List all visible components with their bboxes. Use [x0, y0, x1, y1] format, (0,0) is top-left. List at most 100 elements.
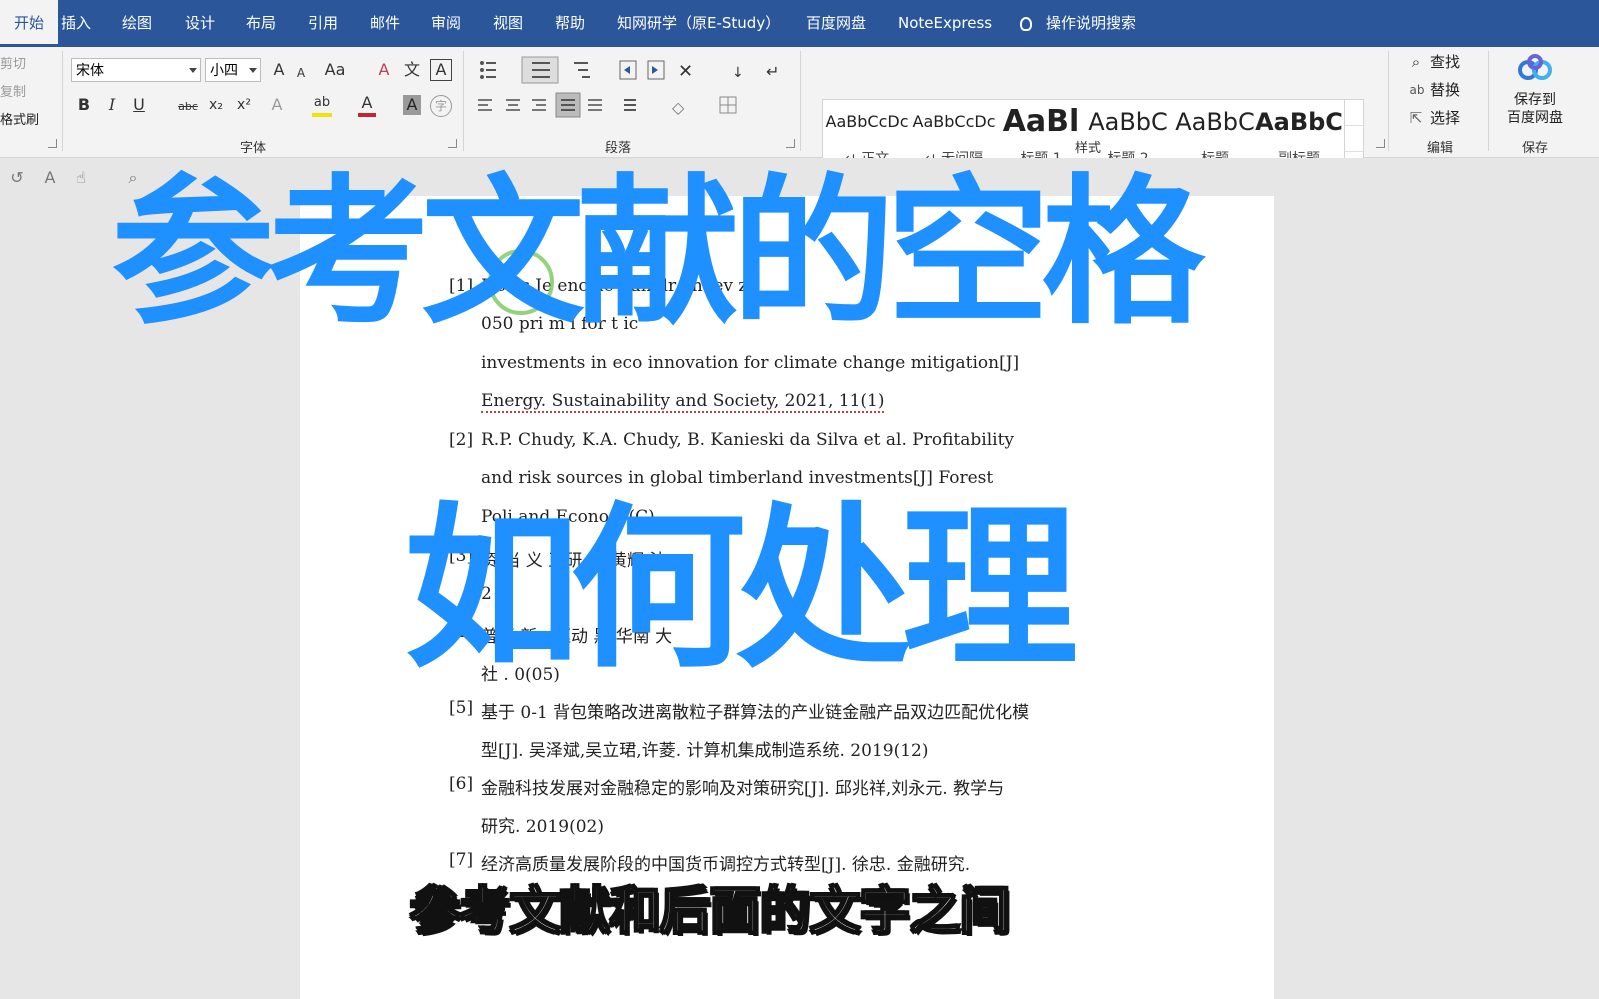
overlay-title-line1: 参考文献的空格: [111, 159, 1204, 346]
style-sample: AaBl: [1002, 104, 1080, 139]
tab-layout[interactable]: 布局: [246, 0, 276, 47]
strikethrough-button[interactable]: abc: [176, 97, 200, 117]
overlay-title-line2: 如何处理: [404, 487, 1078, 692]
style-sample: AaBbCcDc: [825, 112, 909, 131]
read-aloud-icon[interactable]: A: [40, 168, 60, 188]
chinese-layout-icon: ✕: [678, 61, 693, 82]
font-color-icon[interactable]: A: [358, 93, 376, 117]
subscript-button[interactable]: x₂: [206, 95, 226, 115]
increase-indent-icon: [647, 60, 665, 80]
ref-number: [2]: [449, 430, 474, 450]
svg-text:◇: ◇: [672, 98, 685, 117]
group-separator: [62, 51, 63, 151]
copy-button[interactable]: 复制: [0, 81, 26, 100]
save-group-label: 保存: [1522, 141, 1549, 156]
show-marks-icon: ↵: [766, 62, 779, 81]
numbering-icon: [521, 56, 559, 84]
save-line2: 百度网盘: [1507, 110, 1563, 126]
font-name-combo[interactable]: 宋体: [71, 58, 201, 82]
tell-me-search[interactable]: 操作说明搜索: [1020, 0, 1136, 47]
styles-group-label: 样式: [1075, 141, 1102, 156]
tab-view[interactable]: 视图: [493, 0, 523, 47]
replace-icon: ab: [1409, 83, 1425, 97]
group-separator: [1488, 51, 1489, 151]
font-group-label: 字体: [240, 141, 267, 156]
paragraph-toolbar: ✕ ↓ ↵ ◇: [478, 56, 779, 118]
paragraph-launcher-icon[interactable]: [786, 139, 795, 148]
select-button[interactable]: 选择: [1430, 107, 1460, 128]
touch-mode-icon[interactable]: ☝: [72, 168, 90, 188]
save-line1: 保存到: [1514, 92, 1556, 108]
style-sample: AaBbC: [1088, 108, 1168, 136]
shading-icon: ◇: [672, 98, 685, 117]
underline-button[interactable]: U: [131, 95, 147, 115]
save-to-baidu-button[interactable]: 保存到 百度网盘: [1500, 91, 1570, 127]
tab-noteexpress[interactable]: NoteExpress: [898, 0, 992, 47]
ref-line: 金融科技发展对金融稳定的影响及对策研究[J]. 邱兆祥,刘永元. 教学与: [481, 779, 1005, 799]
phonetic-guide-icon[interactable]: 文: [402, 60, 422, 80]
tab-home[interactable]: 开始: [0, 0, 59, 47]
clear-formatting-icon[interactable]: A: [374, 60, 394, 80]
ref-line: 基于 0-1 背包策略改进离散粒子群算法的产业链金融产品双边匹配优化模: [481, 703, 1030, 723]
change-case-icon[interactable]: Aa: [322, 60, 348, 80]
tab-mailings[interactable]: 邮件: [370, 0, 400, 47]
align-right-icon: [532, 99, 546, 111]
italic-button[interactable]: I: [104, 95, 120, 115]
font-launcher-icon[interactable]: [448, 139, 457, 148]
tab-design[interactable]: 设计: [185, 0, 215, 47]
ref-line: investments in eco innovation for climat…: [481, 353, 1020, 373]
tell-me-label: 操作说明搜索: [1046, 14, 1137, 32]
svg-text:✕: ✕: [678, 61, 693, 82]
tab-review[interactable]: 审阅: [431, 0, 461, 47]
find-button[interactable]: 查找: [1430, 51, 1460, 72]
cut-button[interactable]: 剪切: [0, 53, 26, 72]
character-border-icon[interactable]: A: [430, 59, 452, 81]
superscript-button[interactable]: x²: [234, 95, 254, 115]
scroll-down-icon[interactable]: [1345, 126, 1363, 152]
chevron-down-icon: [249, 68, 257, 73]
group-separator: [463, 51, 464, 151]
editing-group-label: 编辑: [1427, 141, 1454, 156]
highlight-icon[interactable]: ab: [312, 93, 332, 117]
overlay-subtitle: 参考文献和后面的文字之间: [409, 881, 1011, 941]
shrink-font-icon[interactable]: A: [294, 63, 308, 83]
chevron-down-icon: [189, 68, 197, 73]
multilevel-list-icon: [574, 62, 590, 78]
tab-draw[interactable]: 绘图: [122, 0, 152, 47]
bold-button[interactable]: B: [76, 95, 92, 115]
sort-icon: ↓: [732, 65, 744, 81]
ref-number: [7]: [449, 850, 474, 870]
ref-number: [6]: [449, 774, 474, 794]
scroll-up-icon[interactable]: [1345, 100, 1363, 126]
tab-help[interactable]: 帮助: [555, 0, 585, 47]
align-center-icon: [506, 99, 520, 111]
align-left-icon: [478, 99, 492, 111]
grow-font-icon[interactable]: A: [270, 60, 288, 80]
tab-cnki-estudy[interactable]: 知网研学（原E-Study）: [617, 0, 780, 47]
undo-icon[interactable]: ↺: [8, 168, 26, 188]
tab-baidu-netdisk[interactable]: 百度网盘: [806, 0, 866, 47]
text-effects-icon[interactable]: A: [268, 95, 286, 115]
group-separator: [1388, 51, 1389, 151]
lightbulb-icon: [1020, 16, 1032, 31]
replace-button[interactable]: 替换: [1430, 79, 1460, 100]
ribbon-home: 剪切 复制 格式刷 宋体 小四 A A Aa A 文 A B I U abc x…: [0, 47, 1599, 178]
search-icon: ⌕: [1411, 53, 1421, 71]
character-shading-icon[interactable]: A: [403, 95, 421, 115]
enclose-characters-icon[interactable]: 字: [430, 95, 452, 117]
styles-launcher-icon[interactable]: [1376, 139, 1385, 148]
cursor-select-icon: ⇱: [1409, 109, 1423, 127]
clipboard-launcher-icon[interactable]: [48, 139, 57, 148]
tab-references[interactable]: 引用: [308, 0, 338, 47]
font-size-combo[interactable]: 小四: [205, 58, 261, 82]
line-spacing-icon: [624, 99, 636, 111]
paragraph-group-label: 段落: [605, 141, 632, 156]
font-name-value: 宋体: [76, 63, 104, 79]
format-painter-button[interactable]: 格式刷: [0, 109, 39, 128]
baidu-netdisk-icon: [1518, 54, 1552, 80]
tab-insert[interactable]: 插入: [61, 0, 91, 47]
justify-icon: [555, 92, 581, 118]
ribbon-tab-bar: 开始 插入 绘图 设计 布局 引用 邮件 审阅 视图 帮助 知网研学（原E-St…: [0, 0, 1599, 47]
style-sample: AaBbCcDc: [912, 112, 996, 131]
svg-text:↵: ↵: [766, 62, 779, 81]
